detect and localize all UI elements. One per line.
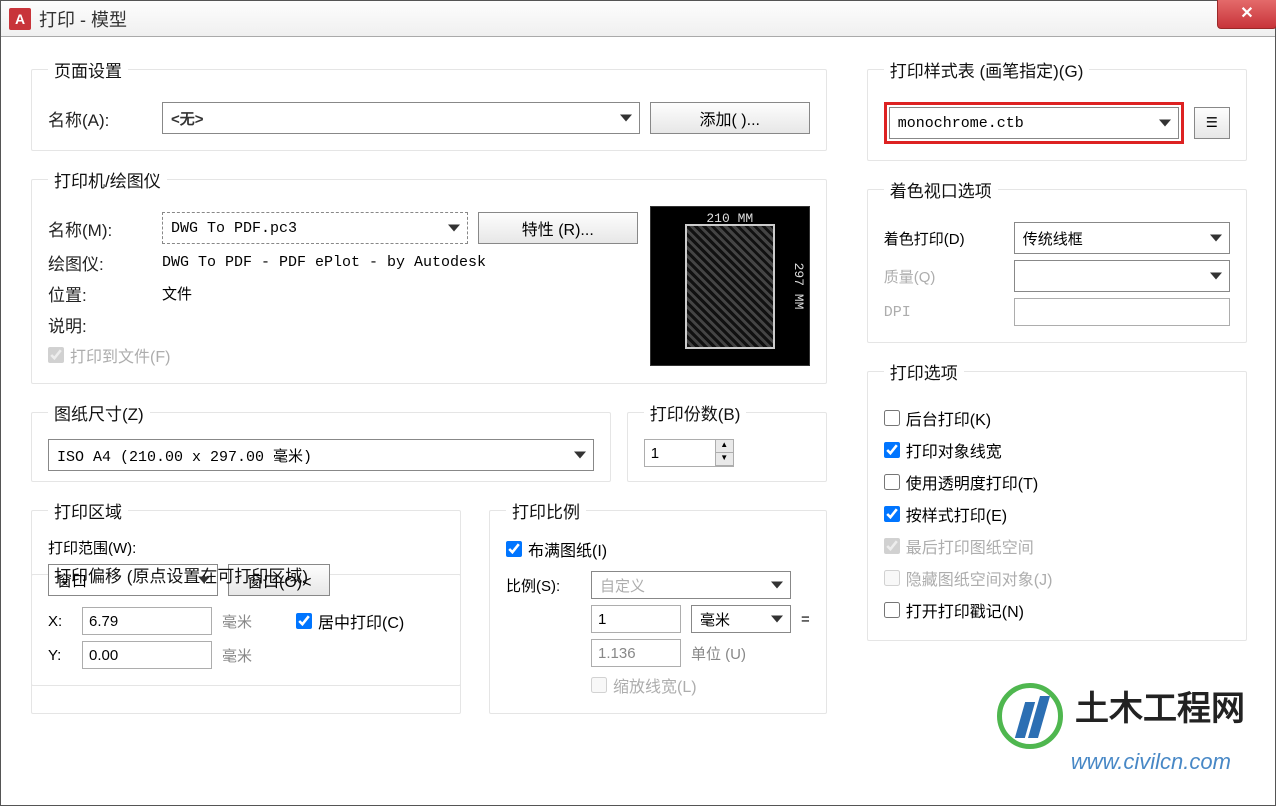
watermark-logo-icon xyxy=(997,683,1063,749)
preview-width-label: 210 MM xyxy=(651,211,809,226)
scale-lineweights-checkbox[interactable]: 缩放线宽(L) xyxy=(591,673,697,697)
offset-y-label: Y: xyxy=(48,647,72,664)
scale-num2-input[interactable] xyxy=(591,639,681,667)
page-setup-name-label: 名称(A): xyxy=(48,106,152,131)
fit-to-paper-input[interactable] xyxy=(506,541,522,557)
copies-down[interactable]: ▼ xyxy=(715,453,733,466)
print-dialog: A 打印 - 模型 ✕ 页面设置 名称(A): <无> 添加( )... 打印机… xyxy=(0,0,1276,806)
plotter-label: 绘图仪: xyxy=(48,250,152,275)
equals-sign: = xyxy=(801,611,810,628)
option-0[interactable]: 后台打印(K) xyxy=(884,406,1230,430)
offset-x-label: X: xyxy=(48,613,72,630)
option-1-label: 打印对象线宽 xyxy=(906,438,1002,462)
center-plot-checkbox[interactable]: 居中打印(C) xyxy=(296,609,404,633)
scale-unit1-select[interactable]: 毫米 xyxy=(691,605,791,633)
plot-area-group: 打印区域 打印范围(W): 窗口 窗口(O)< xyxy=(31,498,461,714)
printer-legend: 打印机/绘图仪 xyxy=(48,167,167,192)
quality-select[interactable] xyxy=(1014,260,1230,292)
printer-group: 打印机/绘图仪 名称(M): DWG To PDF.pc3 特性 (R)... xyxy=(31,167,827,384)
paper-size-select[interactable]: ISO A4 (210.00 x 297.00 毫米) xyxy=(48,439,594,471)
copies-legend: 打印份数(B) xyxy=(644,400,747,425)
paper-preview: 210 MM 297 MM xyxy=(650,206,810,366)
option-3-label: 按样式打印(E) xyxy=(906,502,1007,526)
watermark-title: 土木工程网 xyxy=(1075,690,1245,728)
option-1-input[interactable] xyxy=(884,442,900,458)
offset-y-input[interactable] xyxy=(82,641,212,669)
window-title: 打印 - 模型 xyxy=(39,6,127,32)
description-label: 说明: xyxy=(48,312,152,337)
option-5-label: 隐藏图纸空间对象(J) xyxy=(906,566,1053,590)
print-to-file-input[interactable] xyxy=(48,347,64,363)
copies-input[interactable] xyxy=(645,440,715,466)
shaded-legend: 着色视口选项 xyxy=(884,177,998,202)
shaded-viewport-group: 着色视口选项 着色打印(D) 传统线框 质量(Q) DPI xyxy=(867,177,1247,343)
plot-style-select[interactable]: monochrome.ctb xyxy=(889,107,1179,139)
option-6-label: 打开打印戳记(N) xyxy=(906,598,1024,622)
dpi-label: DPI xyxy=(884,304,1004,321)
app-icon: A xyxy=(9,8,31,30)
fit-to-paper-checkbox[interactable]: 布满图纸(I) xyxy=(506,537,607,561)
preview-sheet xyxy=(685,224,775,349)
close-button[interactable]: ✕ xyxy=(1217,0,1276,29)
range-label: 打印范围(W): xyxy=(48,537,444,558)
paper-size-group: 图纸尺寸(Z) ISO A4 (210.00 x 297.00 毫米) xyxy=(31,400,611,482)
location-label: 位置: xyxy=(48,281,152,306)
copies-group: 打印份数(B) ▲▼ xyxy=(627,400,827,482)
preview-height-label: 297 MM xyxy=(791,263,806,310)
scale-select[interactable]: 自定义 xyxy=(591,571,791,599)
page-setup-add-button[interactable]: 添加( )... xyxy=(650,102,810,134)
print-to-file-checkbox[interactable]: 打印到文件(F) xyxy=(48,343,170,367)
plot-style-group: 打印样式表 (画笔指定)(G) monochrome.ctb ☰ xyxy=(867,57,1247,161)
offset-y-unit: 毫米 xyxy=(222,645,252,666)
plot-options-group: 打印选项 后台打印(K) 打印对象线宽使用透明度打印(T) 按样式打印(E) 最后打印… xyxy=(867,359,1247,641)
printer-properties-button[interactable]: 特性 (R)... xyxy=(478,212,638,244)
printer-name-select[interactable]: DWG To PDF.pc3 xyxy=(162,212,468,244)
option-3-input[interactable] xyxy=(884,506,900,522)
option-5-input xyxy=(884,570,900,586)
option-2[interactable]: 使用透明度打印(T) xyxy=(884,470,1230,494)
paper-size-legend: 图纸尺寸(Z) xyxy=(48,400,150,425)
page-setup-group: 页面设置 名称(A): <无> 添加( )... xyxy=(31,57,827,151)
scale-num1-input[interactable] xyxy=(591,605,681,633)
offset-x-input[interactable] xyxy=(82,607,212,635)
option-0-input[interactable] xyxy=(884,410,900,426)
option-0-label: 后台打印(K) xyxy=(906,406,991,430)
copies-up[interactable]: ▲ xyxy=(715,440,733,453)
printer-name-label: 名称(M): xyxy=(48,216,152,241)
quality-label: 质量(Q) xyxy=(884,266,1004,287)
option-2-input[interactable] xyxy=(884,474,900,490)
watermark: 土木工程网 www.civilcn.com xyxy=(997,681,1245,775)
option-4: 最后打印图纸空间 xyxy=(884,534,1230,558)
plot-range-select[interactable]: 窗口 xyxy=(48,564,218,596)
offset-x-unit: 毫米 xyxy=(222,611,252,632)
plot-style-edit-button[interactable]: ☰ xyxy=(1194,107,1230,139)
option-3[interactable]: 按样式打印(E) xyxy=(884,502,1230,526)
plot-style-legend: 打印样式表 (画笔指定)(G) xyxy=(884,57,1090,82)
option-1[interactable]: 打印对象线宽 xyxy=(884,438,1230,462)
plot-options-legend: 打印选项 xyxy=(884,359,964,384)
scale-unit2-label: 单位 (U) xyxy=(691,643,746,664)
plot-scale-legend: 打印比例 xyxy=(506,498,586,523)
page-setup-name-select[interactable]: <无> xyxy=(162,102,640,134)
scale-lineweights-input[interactable] xyxy=(591,677,607,693)
option-6-input[interactable] xyxy=(884,602,900,618)
titlebar: A 打印 - 模型 ✕ xyxy=(1,1,1275,37)
plot-scale-group: 打印比例 布满图纸(I) 比例(S): 自定义 xyxy=(489,498,827,714)
option-6[interactable]: 打开打印戳记(N) xyxy=(884,598,1230,622)
shade-plot-select[interactable]: 传统线框 xyxy=(1014,222,1230,254)
watermark-url: www.civilcn.com xyxy=(1071,749,1245,775)
dpi-input[interactable] xyxy=(1014,298,1230,326)
option-4-label: 最后打印图纸空间 xyxy=(906,534,1034,558)
shade-plot-label: 着色打印(D) xyxy=(884,228,1004,249)
center-plot-input[interactable] xyxy=(296,613,312,629)
copies-spinner[interactable]: ▲▼ xyxy=(644,439,734,467)
option-2-label: 使用透明度打印(T) xyxy=(906,470,1038,494)
plotter-value: DWG To PDF - PDF ePlot - by Autodesk xyxy=(162,254,486,271)
page-setup-legend: 页面设置 xyxy=(48,57,128,82)
plot-area-legend: 打印区域 xyxy=(48,498,128,523)
scale-label: 比例(S): xyxy=(506,575,581,596)
option-5: 隐藏图纸空间对象(J) xyxy=(884,566,1230,590)
option-4-input xyxy=(884,538,900,554)
location-value: 文件 xyxy=(162,283,192,304)
